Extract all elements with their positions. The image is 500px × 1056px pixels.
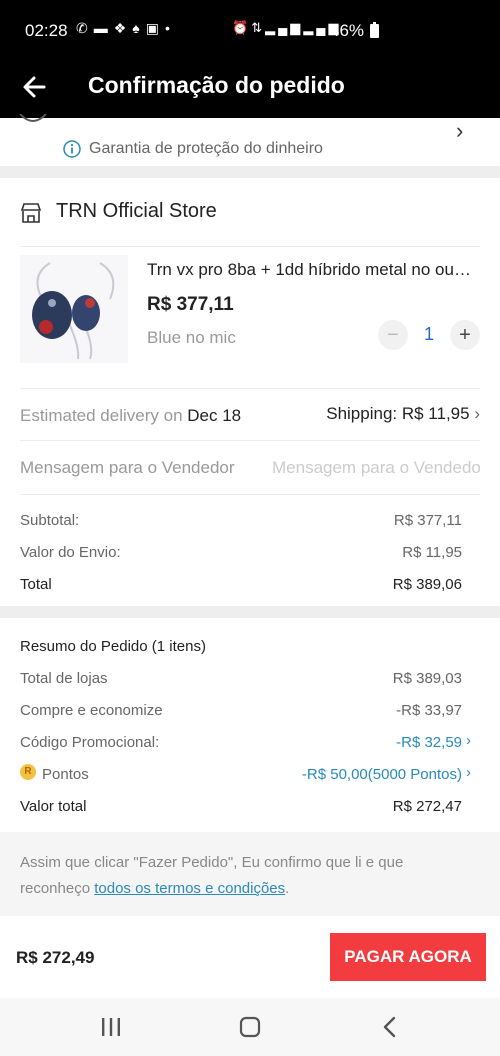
divider — [20, 246, 480, 247]
decrease-quantity-button[interactable]: − — [378, 320, 408, 350]
shipping-cost: Shipping: R$ 11,95 — [326, 404, 470, 423]
chevron-right-icon: › — [474, 404, 480, 423]
stores-total-label: Total de lojas — [20, 670, 108, 687]
store-icon — [20, 203, 42, 223]
stores-total-value: R$ 389,03 — [392, 670, 462, 687]
calendar-icon: ▣ — [145, 20, 165, 36]
product-title[interactable]: Trn vx pro 8ba + 1dd híbrido metal no ou… — [147, 260, 477, 280]
points-value[interactable]: -R$ 50,00(5000 Pontos) — [302, 766, 462, 783]
points-label: Pontos — [42, 766, 89, 783]
shipping-label: Valor do Envio: — [20, 544, 121, 561]
terms-text: Assim que clicar "Fazer Pedido", Eu conf… — [20, 850, 460, 902]
notification-icons: ✆▬❖♠▣• — [76, 20, 176, 37]
buy-and-save-label: Compre e economize — [20, 702, 163, 719]
terms-end: . — [285, 880, 290, 897]
network-icon: ⇅ — [251, 20, 266, 35]
back-icon[interactable] — [377, 1014, 403, 1040]
summary-title: Resumo do Pedido (1 itens) — [20, 638, 206, 655]
shield-icon — [19, 114, 47, 122]
promo-code-value[interactable]: -R$ 32,59 — [396, 734, 462, 751]
delivery-label: Estimated delivery on — [20, 406, 183, 425]
battery-icon — [370, 22, 379, 38]
terms-notice: Assim que clicar "Fazer Pedido", Eu conf… — [0, 832, 500, 916]
chevron-right-icon[interactable]: › — [466, 732, 471, 749]
status-bar: 02:28 ✆▬❖♠▣• ⏰⇅▂▄▆▂▄▆ 46% — [0, 0, 500, 60]
delivery-date: Dec 18 — [187, 406, 242, 425]
battery-level: 46% — [330, 21, 365, 40]
system-icons: ⏰⇅▂▄▆▂▄▆ — [232, 20, 342, 36]
product-price: R$ 377,11 — [147, 294, 234, 315]
chevron-right-icon[interactable]: › — [466, 764, 471, 781]
divider — [20, 494, 480, 495]
back-arrow-icon[interactable] — [20, 72, 50, 102]
app-icon: ♠ — [132, 20, 146, 36]
signal-icon: ▂▄▆ — [265, 20, 304, 35]
coin-icon: R — [20, 764, 36, 780]
app-bar: Confirmação do pedido — [0, 60, 500, 118]
section-divider — [0, 166, 500, 178]
pay-now-button[interactable]: PAGAR AGORA — [330, 933, 486, 981]
alarm-icon: ⏰ — [232, 20, 252, 35]
grand-total-value: R$ 272,47 — [392, 798, 462, 815]
dot-icon: • — [164, 20, 176, 36]
subtotal-label: Subtotal: — [20, 512, 80, 529]
guarantee-text: Garantia de proteção do dinheiro — [89, 140, 323, 157]
store-total-label: Total — [20, 576, 52, 593]
subtotal-value: R$ 377,11 — [393, 512, 462, 529]
product-image[interactable] — [20, 255, 128, 363]
dropbox-icon: ❖ — [113, 20, 133, 36]
footer-total: R$ 272,49 — [16, 948, 95, 967]
terms-link[interactable]: todos os termos e condições — [94, 880, 285, 897]
chevron-right-icon[interactable]: › — [456, 118, 463, 144]
increase-quantity-button[interactable]: + — [450, 320, 480, 350]
store-total-value: R$ 389,06 — [392, 576, 462, 593]
checkout-footer: R$ 272,49 PAGAR AGORA — [0, 916, 500, 998]
divider — [20, 388, 480, 389]
divider — [20, 440, 480, 441]
message-icon: ▬ — [93, 20, 114, 36]
home-icon[interactable] — [237, 1014, 263, 1040]
grand-total-label: Valor total — [20, 798, 87, 815]
product-variant: Blue no mic — [147, 328, 236, 347]
shipping-selector[interactable]: Shipping: R$ 11,95 › — [326, 404, 480, 424]
quantity-stepper: − 1 + — [378, 320, 480, 350]
quantity-value: 1 — [423, 324, 434, 344]
section-divider — [0, 606, 500, 618]
page-title: Confirmação do pedido — [88, 72, 345, 98]
store-name: TRN Official Store — [56, 200, 217, 222]
whatsapp-icon: ✆ — [76, 20, 94, 36]
message-to-seller-input[interactable] — [272, 456, 482, 480]
clock: 02:28 — [25, 21, 68, 40]
shipping-value: R$ 11,95 — [402, 544, 462, 561]
system-nav-bar — [0, 998, 500, 1056]
message-label: Mensagem para o Vendedor — [20, 458, 235, 477]
estimated-delivery: Estimated delivery on Dec 18 — [20, 406, 241, 426]
recent-apps-icon[interactable] — [98, 1014, 124, 1040]
buy-and-save-value: -R$ 33,97 — [396, 702, 462, 719]
promo-code-label: Código Promocional: — [20, 734, 160, 751]
info-icon — [63, 140, 81, 158]
